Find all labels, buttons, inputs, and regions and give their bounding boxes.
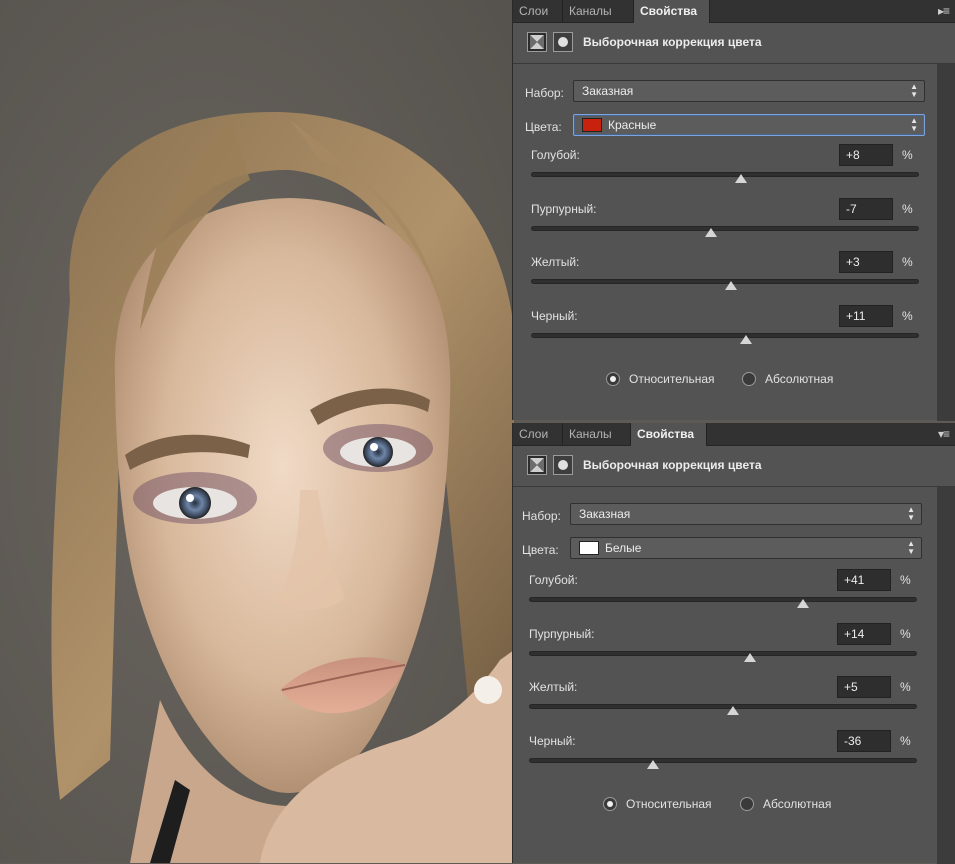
preset-value: Заказная [582,84,634,98]
preset-dropdown[interactable]: Заказная ▲ ▼ [570,503,922,525]
panel-scrollbar[interactable] [937,64,955,421]
tab-channels[interactable]: Каналы [563,423,631,445]
slider-label: Черный: [529,733,576,748]
slider-thumb[interactable] [705,227,718,237]
absolute-radio[interactable] [742,372,756,386]
preset-dropdown[interactable]: Заказная ▲ ▼ [573,80,925,102]
slider-value-input[interactable]: +3 [839,251,893,273]
colors-label: Цвета: [525,120,562,134]
slider-track[interactable] [529,757,917,763]
absolute-radio[interactable] [740,797,754,811]
percent-sign: % [900,733,911,748]
color-swatch [579,540,599,555]
slider-value-input[interactable]: +5 [837,676,891,698]
panel-scrollbar[interactable] [937,487,955,864]
slider-value-input[interactable]: -7 [839,197,893,220]
selective-color-icon[interactable] [527,455,547,475]
percent-sign: % [902,148,913,162]
percent-sign: % [902,308,913,323]
panel-tab-bar: Слои Каналы Свойства ▾≡ [513,423,955,446]
colors-dropdown[interactable]: Красные ▲ ▼ [573,114,925,136]
percent-sign: % [900,626,911,641]
slider-label: Пурпурный: [529,626,595,641]
slider-value-input[interactable]: +8 [839,144,893,166]
slider-track[interactable] [531,225,919,231]
updown-arrows-icon: ▲ ▼ [907,505,915,522]
slider-track[interactable] [531,332,919,338]
slider-label: Черный: [531,308,578,323]
tab-layers[interactable]: Слои [513,423,563,445]
updown-arrows-icon: ▲ ▼ [910,82,918,99]
absolute-label: Абсолютная [765,372,834,386]
portrait-photo [0,0,514,863]
preset-label: Набор: [525,86,564,100]
slider-track[interactable] [529,650,917,656]
color-swatch [582,117,602,132]
slider-thumb[interactable] [744,652,757,662]
properties-header: Выборочная коррекция цвета [513,23,955,64]
slider-label: Голубой: [531,148,580,162]
layer-mask-icon[interactable] [553,32,573,52]
slider-value-input[interactable]: +14 [837,622,891,645]
relative-label: Относительная [626,797,712,811]
tab-channels[interactable]: Каналы [563,0,634,22]
percent-sign: % [902,201,913,216]
slider-thumb[interactable] [734,174,747,183]
slider-value-input[interactable]: +11 [839,304,893,327]
percent-sign: % [900,573,911,587]
layer-mask-icon[interactable] [553,455,573,475]
slider-label: Пурпурный: [531,201,597,216]
preset-value: Заказная [579,507,631,521]
panel-menu-icon[interactable]: ▾≡ [938,427,950,441]
slider-label: Желтый: [531,255,580,269]
percent-sign: % [902,255,913,269]
properties-header: Выборочная коррекция цвета [513,446,955,487]
slider-value-input[interactable]: -36 [837,729,891,752]
slider-track[interactable] [529,704,917,709]
slider-label: Желтый: [529,680,578,694]
colors-value: Белые [605,541,642,555]
slider-value-input[interactable]: +41 [837,569,891,591]
slider-thumb[interactable] [796,599,809,608]
panel-tab-bar: Слои Каналы Свойства ▸≡ [513,0,955,23]
updown-arrows-icon: ▲ ▼ [907,539,915,556]
absolute-label: Абсолютная [763,797,832,811]
colors-dropdown[interactable]: Белые ▲ ▼ [570,537,922,559]
relative-radio[interactable] [603,797,617,811]
slider-track[interactable] [531,172,919,177]
properties-panel-top: Слои Каналы Свойства ▸≡ Выборочная корре… [512,0,955,421]
properties-panel-bottom: Слои Каналы Свойства ▾≡ Выборочная корре… [512,423,955,864]
slider-label: Голубой: [529,573,578,587]
percent-sign: % [900,680,911,694]
slider-thumb[interactable] [724,281,737,290]
selective-color-icon[interactable] [527,32,547,52]
portrait-drawing [0,0,514,863]
panel-title: Выборочная коррекция цвета [583,458,762,472]
tab-layers[interactable]: Слои [513,0,563,22]
tab-properties[interactable]: Свойства [631,423,707,446]
colors-value: Красные [608,118,657,132]
slider-track[interactable] [529,597,917,602]
preset-label: Набор: [522,509,561,523]
panel-menu-icon[interactable]: ▸≡ [938,4,950,18]
relative-label: Относительная [629,372,715,386]
slider-thumb[interactable] [726,706,739,715]
panel-title: Выборочная коррекция цвета [583,35,762,49]
updown-arrows-icon: ▲ ▼ [910,116,918,133]
relative-radio[interactable] [606,372,620,386]
slider-thumb[interactable] [740,334,753,344]
tab-properties[interactable]: Свойства [634,0,710,23]
slider-thumb[interactable] [647,759,660,769]
colors-label: Цвета: [522,543,559,557]
